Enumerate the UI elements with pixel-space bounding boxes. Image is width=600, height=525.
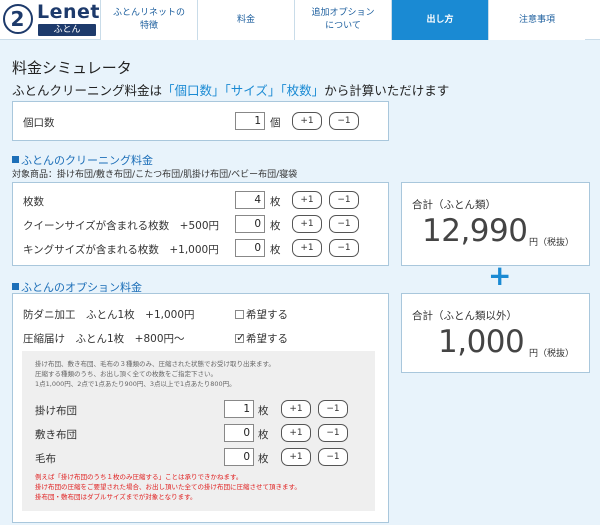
logo-mark-icon: 2	[3, 4, 33, 34]
cleaning-king-label: キングサイズが含まれる枚数 +1,000円	[23, 244, 219, 256]
cleaning-count-unit: 枚	[270, 196, 281, 208]
cleaning-count-input[interactable]: 4	[235, 191, 265, 209]
compress-moufu-minus-button[interactable]: −1	[318, 448, 348, 466]
compress-row-shiki: 敷き布団 0 枚 +1 −1	[35, 424, 365, 444]
compress-kake-label: 掛け布団	[35, 405, 77, 417]
packages-row: 個口数 1 個 +1 −1	[23, 112, 393, 132]
compress-shiki-input[interactable]: 0	[224, 424, 254, 442]
cleaning-row-king: キングサイズが含まれる枚数 +1,000円 0 枚 +1 −1	[23, 239, 393, 259]
square-bullet-icon	[12, 156, 19, 163]
compress-kake-plus-button[interactable]: +1	[281, 400, 311, 418]
total-futon-value: 12,990	[422, 213, 528, 249]
packages-label: 個口数	[23, 117, 55, 129]
site-header: 2 Lenet ふとん ふとんリネットの 特徴 料金 追加オプション について …	[0, 0, 600, 40]
total-other-box: 合計（ふとん類以外） 1,000 円（税抜）	[401, 293, 590, 373]
option-compress-row: 圧縮届け ふとん1枚 +800円〜 希望する	[23, 328, 393, 348]
compress-moufu-input[interactable]: 0	[224, 448, 254, 466]
compress-kake-minus-button[interactable]: −1	[318, 400, 348, 418]
logo-sub: ふとん	[38, 24, 96, 36]
total-other-value: 1,000	[438, 324, 525, 360]
compress-shiki-unit: 枚	[258, 429, 269, 441]
compress-note: 掛け布団、敷き布団、毛布の３種類のみ、圧縮された状態でお受け取り出来ます。 圧縮…	[35, 360, 275, 388]
cleaning-box: 枚数 4 枚 +1 −1 クイーンサイズが含まれる枚数 +500円 0 枚 +1…	[12, 182, 389, 266]
checkbox-icon	[235, 310, 244, 319]
compress-row-moufu: 毛布 0 枚 +1 −1	[35, 448, 365, 468]
logo-brand: Lenet	[37, 1, 100, 23]
option-compress-checkbox[interactable]: 希望する	[235, 331, 288, 346]
nav-tab-features[interactable]: ふとんリネットの 特徴	[100, 0, 197, 40]
cleaning-row-count: 枚数 4 枚 +1 −1	[23, 191, 393, 211]
checkbox-checked-icon	[235, 331, 245, 344]
cleaning-king-input[interactable]: 0	[235, 239, 265, 257]
compress-shiki-label: 敷き布団	[35, 429, 77, 441]
nav-tab-price[interactable]: 料金	[197, 0, 294, 40]
packages-plus-button[interactable]: +1	[292, 112, 322, 130]
option-mite-row: 防ダニ加工 ふとん1枚 +1,000円 希望する	[23, 304, 393, 324]
cleaning-queen-label: クイーンサイズが含まれる枚数 +500円	[23, 220, 219, 232]
cleaning-king-unit: 枚	[270, 244, 281, 256]
option-compress-label: 圧縮届け ふとん1枚 +800円〜	[23, 333, 185, 345]
compress-moufu-plus-button[interactable]: +1	[281, 448, 311, 466]
compress-kake-unit: 枚	[258, 405, 269, 417]
compress-shiki-plus-button[interactable]: +1	[281, 424, 311, 442]
packages-quantity-input[interactable]: 1	[235, 112, 265, 130]
cleaning-queen-input[interactable]: 0	[235, 215, 265, 233]
page-lead: ふとんクリーニング料金は「個口数」「サイズ」「枚数」から計算いただけます	[12, 83, 450, 98]
compress-detail-panel: 掛け布団、敷き布団、毛布の３種類のみ、圧縮された状態でお受け取り出来ます。 圧縮…	[22, 351, 375, 511]
compress-shiki-minus-button[interactable]: −1	[318, 424, 348, 442]
cleaning-king-plus-button[interactable]: +1	[292, 239, 322, 257]
total-futon-label: 合計（ふとん類）	[412, 199, 496, 211]
packages-box: 個口数 1 個 +1 −1	[12, 101, 389, 141]
main-nav: ふとんリネットの 特徴 料金 追加オプション について 出し方 注意事項	[100, 0, 585, 40]
cleaning-count-minus-button[interactable]: −1	[329, 191, 359, 209]
total-other-label: 合計（ふとん類以外）	[412, 310, 517, 322]
cleaning-count-label: 枚数	[23, 196, 44, 208]
page-title: 料金シミュレータ	[12, 59, 132, 77]
cleaning-section-title: ふとんのクリーニング料金	[12, 152, 153, 168]
nav-tab-notes[interactable]: 注意事項	[488, 0, 585, 40]
compress-warning-note: 例えば「掛け布団のうち１枚のみ圧縮する」ことは承りできかねます。 掛け布団の圧縮…	[35, 473, 301, 501]
compress-moufu-unit: 枚	[258, 453, 269, 465]
compress-kake-input[interactable]: 1	[224, 400, 254, 418]
packages-minus-button[interactable]: −1	[329, 112, 359, 130]
option-mite-checkbox[interactable]: 希望する	[235, 307, 288, 322]
packages-unit: 個	[270, 117, 281, 129]
option-mite-label: 防ダニ加工 ふとん1枚 +1,000円	[23, 309, 195, 321]
compress-moufu-label: 毛布	[35, 453, 56, 465]
cleaning-count-plus-button[interactable]: +1	[292, 191, 322, 209]
total-other-unit: 円（税抜）	[529, 349, 575, 359]
plus-icon: +	[488, 259, 512, 292]
cleaning-queen-minus-button[interactable]: −1	[329, 215, 359, 233]
lenet-logo[interactable]: 2 Lenet ふとん	[3, 1, 100, 37]
compress-row-kake: 掛け布団 1 枚 +1 −1	[35, 400, 365, 420]
nav-tab-how-to-send[interactable]: 出し方	[391, 0, 488, 40]
cleaning-target-items: 対象商品：掛け布団/敷き布団/こたつ布団/肌掛け布団/ベビー布団/寝袋	[12, 170, 298, 180]
total-futon-unit: 円（税抜）	[529, 238, 575, 248]
cleaning-row-queen: クイーンサイズが含まれる枚数 +500円 0 枚 +1 −1	[23, 215, 393, 235]
cleaning-king-minus-button[interactable]: −1	[329, 239, 359, 257]
cleaning-queen-plus-button[interactable]: +1	[292, 215, 322, 233]
nav-tab-options[interactable]: 追加オプション について	[294, 0, 391, 40]
total-futon-box: 合計（ふとん類） 12,990 円（税抜）	[401, 182, 590, 266]
square-bullet-icon	[12, 283, 19, 290]
cleaning-queen-unit: 枚	[270, 220, 281, 232]
